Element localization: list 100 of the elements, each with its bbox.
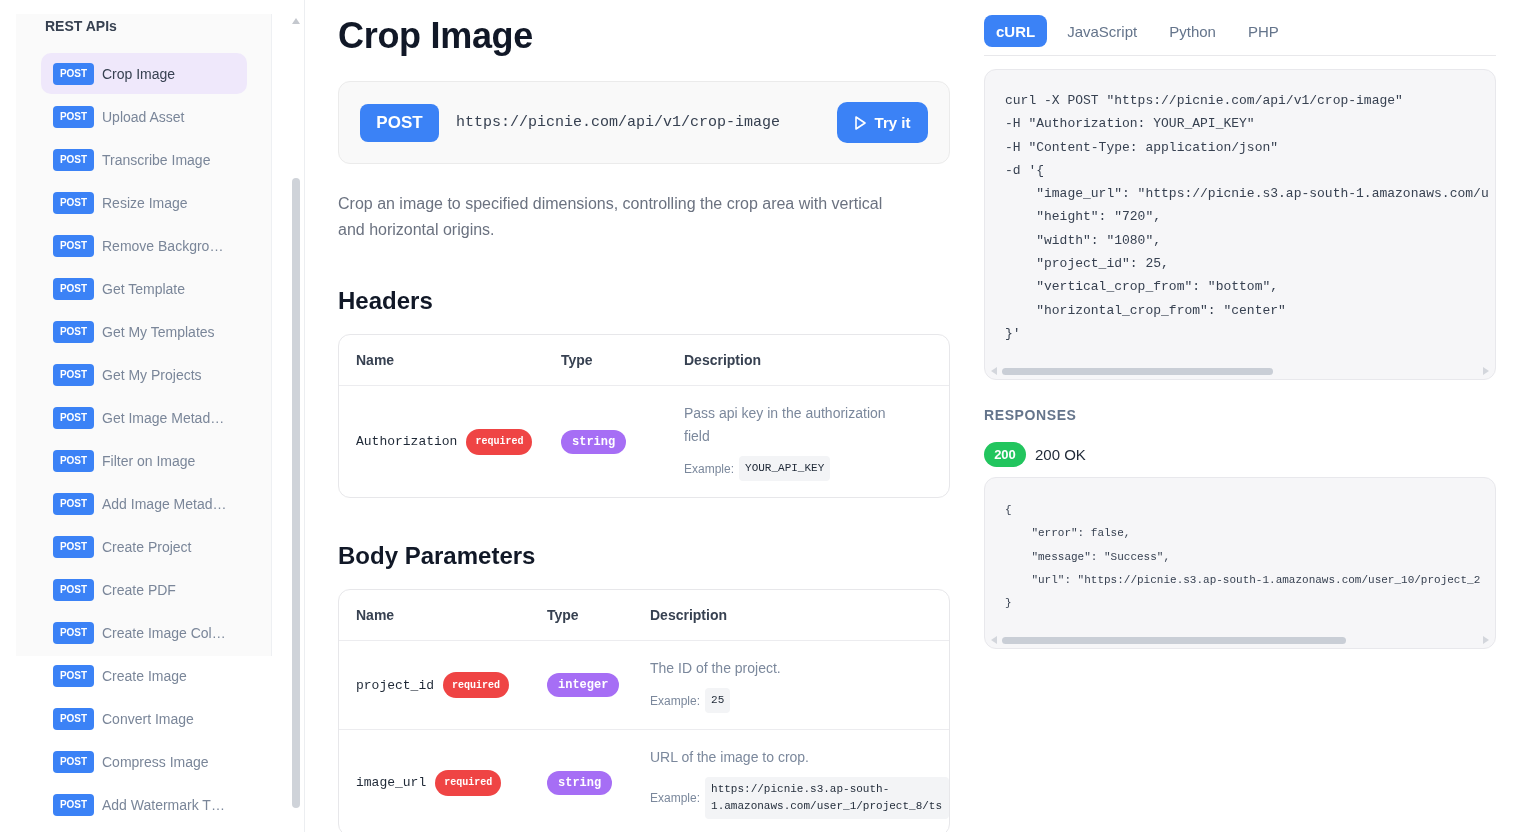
method-badge: POST	[53, 664, 94, 687]
play-icon	[854, 115, 866, 130]
required-badge: required	[443, 672, 510, 698]
status-code-badge: 200	[984, 442, 1026, 467]
example-value: YOUR_API_KEY	[739, 456, 831, 481]
sidebar-item[interactable]: POST Get Image Metad…	[41, 397, 247, 438]
section-heading: Body Parameters	[338, 541, 537, 571]
scrollbar-thumb[interactable]	[1002, 367, 1273, 375]
method-badge: POST	[53, 578, 94, 601]
sidebar-item[interactable]: POST Convert Image	[41, 698, 247, 739]
method-badge: POST	[53, 234, 94, 257]
sidebar-item[interactable]: POST Resize Image	[41, 182, 247, 223]
sidebar-item[interactable]: POST Create Project	[41, 526, 247, 567]
column-header: Description	[684, 352, 762, 368]
try-it-button[interactable]: Try it	[837, 102, 928, 143]
example-value: 25	[705, 688, 731, 713]
page-title: Crop Image	[338, 14, 535, 58]
code-line: "vertical_crop_from": "bottom",	[1035, 278, 1280, 297]
sidebar-item[interactable]: POST Transcribe Image	[41, 139, 247, 180]
type-badge: integer	[547, 673, 620, 697]
code-line: "width": "1080",	[1035, 231, 1163, 250]
method-badge: POST	[53, 191, 94, 214]
code-line: {	[1005, 503, 1013, 518]
parameter-name: image_url	[356, 775, 427, 790]
method-badge: POST	[53, 105, 94, 128]
column-header: Description	[650, 607, 728, 623]
section-heading: Headers	[338, 286, 434, 316]
column-header: Type	[547, 607, 580, 623]
code-line: "project_id": 25,	[1035, 255, 1170, 274]
code-line: "horizontal_crop_from": "center"	[1035, 301, 1287, 320]
sidebar-item[interactable]: POST Create Image	[41, 655, 247, 696]
parameter-description: Pass api key in the authorization field	[684, 404, 887, 446]
code-line: "error": false,	[1030, 526, 1132, 542]
sidebar-item[interactable]: POST Upload Asset	[41, 96, 247, 137]
method-badge: POST	[53, 793, 94, 816]
code-line: }'	[1005, 324, 1022, 343]
sidebar-item[interactable]: POST Compress Image	[41, 741, 247, 782]
scroll-right-icon[interactable]	[1483, 636, 1489, 644]
column-header: Name	[356, 607, 396, 623]
type-badge: string	[561, 429, 627, 454]
section-label: RESPONSES	[984, 407, 1078, 424]
scroll-left-icon[interactable]	[991, 367, 997, 375]
sidebar-item[interactable]: POST Get Template	[41, 268, 247, 309]
code-line: curl -X POST "https://picnie.com/api/v1/crop-image"	[1005, 92, 1404, 110]
sidebar-item[interactable]: POST Create Image Col…	[41, 612, 247, 653]
example-label: Example:	[684, 461, 735, 476]
type-badge: string	[547, 770, 613, 795]
method-badge: POST	[53, 535, 94, 558]
sidebar-item[interactable]: POST Crop Image	[41, 53, 247, 94]
scrollbar-thumb[interactable]	[1002, 636, 1346, 644]
sidebar-heading: REST APIs	[45, 18, 118, 35]
method-badge: POST	[360, 103, 439, 142]
code-line: "height": "720",	[1035, 208, 1163, 227]
method-badge: POST	[53, 492, 94, 515]
language-tab[interactable]: Python	[1157, 15, 1228, 47]
parameter-name: Authorization	[356, 434, 458, 449]
sidebar-item[interactable]: POST Create PDF	[41, 569, 247, 610]
code-line: "url": "https://picnie.s3.ap-south-1.amazonaws.com/user_10/project_2	[1030, 572, 1482, 588]
method-badge: POST	[53, 320, 94, 343]
method-badge: POST	[53, 750, 94, 773]
sidebar-item[interactable]: POST Get My Templates	[41, 311, 247, 352]
example-value: https://picnie.s3.ap-south-1.amazonaws.com/user_1/project_8/ts	[705, 777, 949, 819]
code-line: }	[1005, 596, 1013, 612]
code-line: -H "Content-Type: application/json"	[1005, 138, 1280, 157]
language-tab[interactable]: PHP	[1235, 15, 1291, 47]
scroll-left-icon[interactable]	[991, 636, 997, 644]
sidebar-item[interactable]: POST Add Image Metad…	[41, 483, 247, 524]
method-badge: POST	[53, 621, 94, 644]
status-text: 200 OK	[1035, 446, 1086, 463]
code-line: -H "Authorization: YOUR_API_KEY"	[1005, 115, 1256, 134]
sidebar-item[interactable]: POST Filter on Image	[41, 440, 247, 481]
scroll-up-icon[interactable]	[292, 18, 300, 24]
code-line: "image_url": "https://picnie.s3.ap-south-1.amazonaws.com/u	[1035, 185, 1490, 204]
parameter-name: project_id	[356, 677, 434, 693]
sidebar-item[interactable]: POST Remove Backgro…	[41, 225, 247, 266]
scroll-right-icon[interactable]	[1483, 367, 1489, 375]
example-label: Example:	[650, 693, 701, 708]
method-badge: POST	[53, 62, 94, 85]
language-tab[interactable]: JavaScript	[1055, 15, 1150, 47]
method-badge: POST	[53, 449, 94, 472]
code-line: -d '{	[1005, 161, 1045, 180]
scrollbar-thumb[interactable]	[292, 178, 300, 808]
required-badge: required	[466, 428, 533, 455]
parameter-description: URL of the image to crop.	[650, 748, 810, 767]
column-header: Type	[561, 352, 594, 368]
method-badge: POST	[53, 406, 94, 429]
code-line: "message": "Success",	[1030, 549, 1172, 565]
sidebar-item[interactable]: POST Add Watermark T…	[41, 784, 247, 825]
method-badge: POST	[53, 363, 94, 386]
example-label: Example:	[650, 791, 701, 805]
endpoint-url: https://picnie.com/api/v1/crop-image	[456, 114, 781, 131]
column-header: Name	[356, 352, 396, 368]
method-badge: POST	[53, 277, 94, 300]
parameter-description: The ID of the project.	[650, 659, 782, 678]
sidebar-item[interactable]: POST Get My Projects	[41, 354, 247, 395]
method-badge: POST	[53, 148, 94, 171]
required-badge: required	[435, 769, 502, 796]
method-badge: POST	[53, 707, 94, 730]
language-tab[interactable]: cURL	[984, 15, 1048, 47]
endpoint-description: Crop an image to specified dimensions, controlling the crop area with vertical and horizontal origins.	[338, 194, 884, 240]
